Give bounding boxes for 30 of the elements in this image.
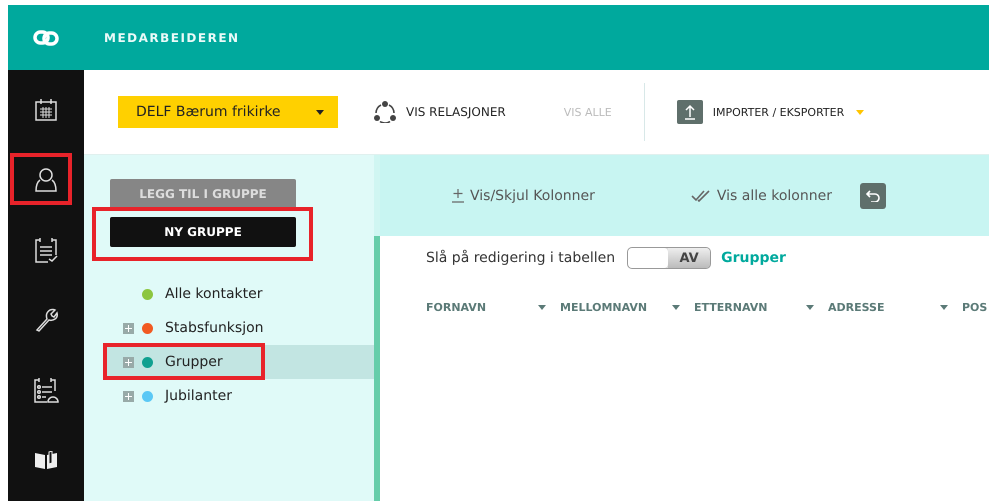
- undo-icon: [866, 190, 880, 202]
- column-header[interactable]: POS: [962, 301, 988, 314]
- group-name: Grupper: [721, 250, 786, 266]
- plus-minus-icon: [452, 188, 464, 204]
- expand-icon[interactable]: [123, 390, 134, 402]
- toggle-columns-link[interactable]: Vis/Skjul Kolonner: [470, 188, 595, 204]
- person-icon: [33, 167, 59, 193]
- app-title: MEDARBEIDEREN: [104, 30, 240, 44]
- expand-icon[interactable]: [123, 322, 134, 334]
- expand-icon[interactable]: [123, 356, 134, 368]
- group-item[interactable]: Stabsfunksjon: [105, 311, 374, 345]
- column-header[interactable]: ADRESSE: [828, 301, 962, 314]
- column-header[interactable]: ETTERNAVN: [694, 301, 828, 314]
- new-group-button[interactable]: NY GRUPPE: [110, 217, 296, 247]
- edit-toggle[interactable]: AV: [627, 247, 712, 269]
- group-item[interactable]: Jubilanter: [105, 379, 374, 413]
- show-relations-link[interactable]: VIS RELASJONER: [406, 105, 506, 119]
- group-item[interactable]: Alle kontakter: [105, 277, 374, 311]
- column-header[interactable]: MELLOMNAVN: [560, 301, 694, 314]
- relations-icon: [374, 101, 396, 123]
- edit-table-label: Slå på redigering i tabellen: [426, 250, 616, 266]
- column-header[interactable]: FORNAVN: [426, 301, 560, 314]
- undo-button[interactable]: [860, 182, 886, 208]
- group-item[interactable]: Grupper: [105, 345, 374, 379]
- upload-icon: [676, 100, 703, 124]
- organization-dropdown[interactable]: DELF Bærum frikirke: [118, 96, 338, 128]
- double-check-icon: [690, 190, 711, 202]
- chain-link-icon[interactable]: [33, 30, 59, 46]
- import-export-menu[interactable]: IMPORTER / EKSPORTER: [712, 106, 864, 118]
- show-all-columns-link[interactable]: Vis alle kolonner: [716, 188, 832, 204]
